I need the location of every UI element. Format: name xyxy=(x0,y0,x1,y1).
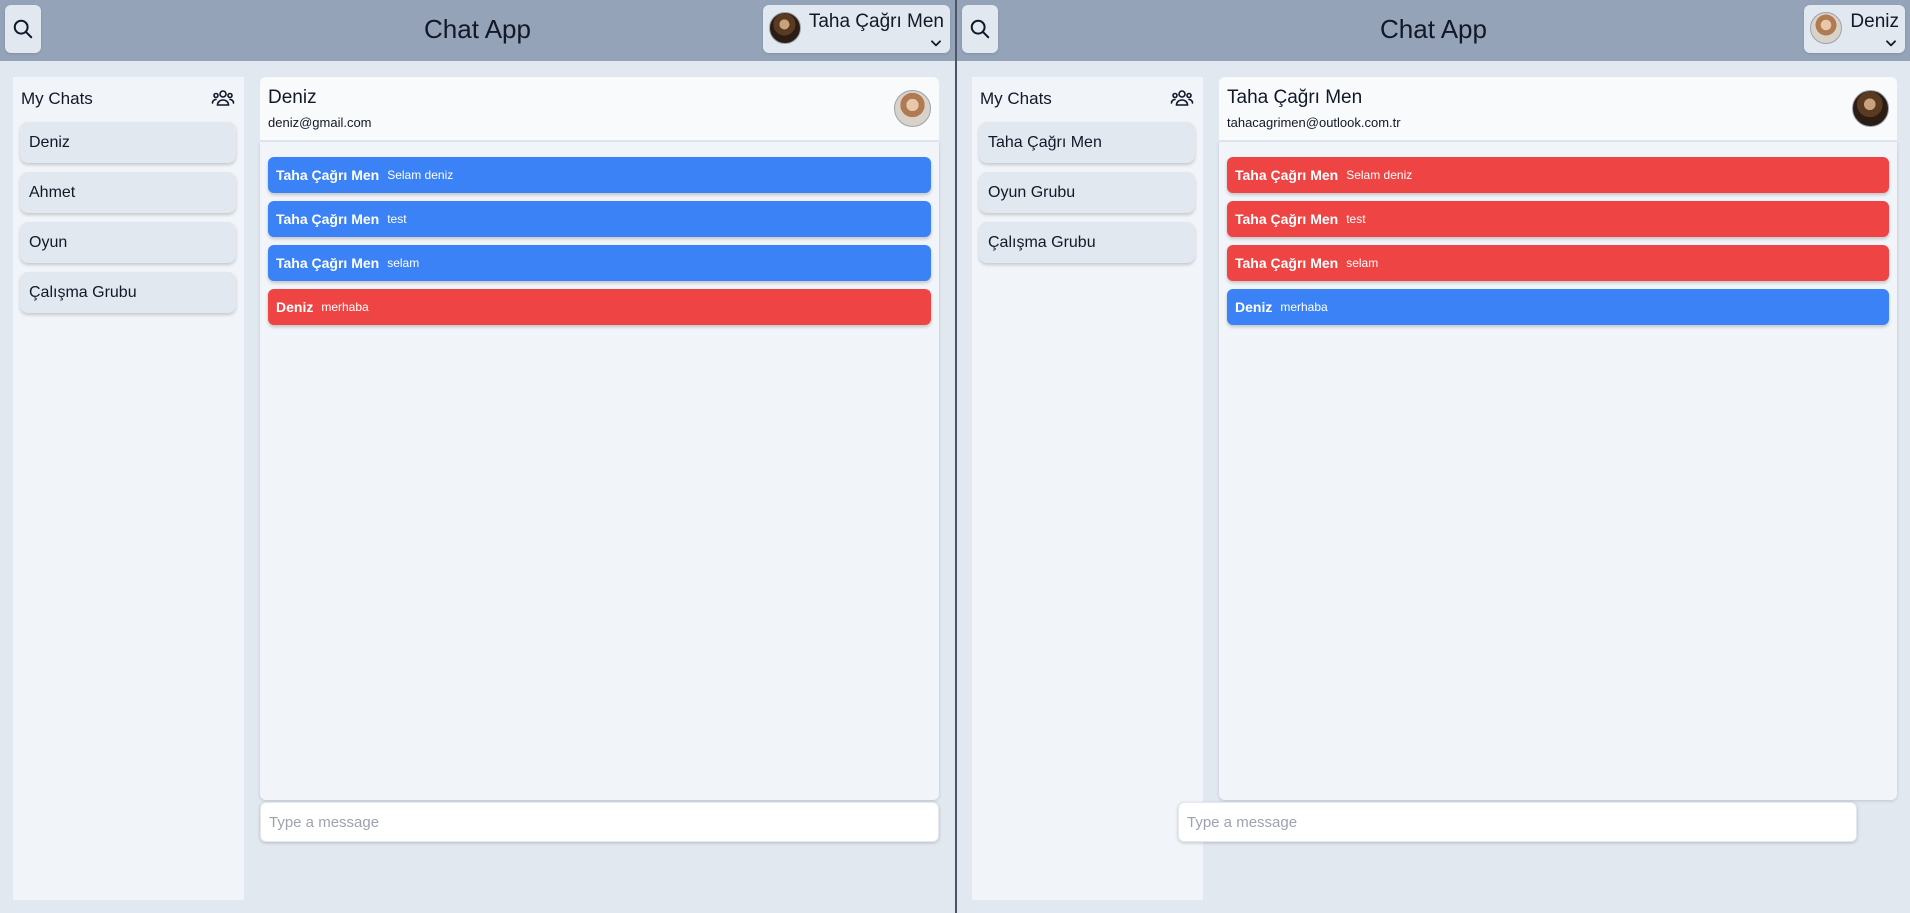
chat-list-item[interactable]: Oyun xyxy=(20,222,236,263)
current-user-name: Deniz xyxy=(1850,11,1899,32)
chat-list: Deniz Ahmet Oyun Çalışma Grubu xyxy=(20,122,236,322)
chat-list-item[interactable]: Deniz xyxy=(20,122,236,163)
message-bubble: Taha Çağrı Men Selam deniz xyxy=(268,157,931,193)
avatar xyxy=(768,12,801,44)
message-sender: Deniz xyxy=(1235,299,1273,315)
search-icon xyxy=(13,19,33,39)
current-user-name: Taha Çağrı Men xyxy=(808,11,944,32)
message-list: Taha Çağrı Men Selam deniz Taha Çağrı Me… xyxy=(260,142,939,800)
sidebar: My Chats Deniz Ahmet Oyun Çalışma Grubu xyxy=(13,77,244,900)
message-sender: Deniz xyxy=(276,299,314,315)
chat-list: Taha Çağrı Men Oyun Grubu Çalışma Grubu xyxy=(979,122,1195,272)
new-group-button[interactable] xyxy=(211,86,235,110)
message-text: merhaba xyxy=(1280,300,1328,314)
message-sender: Taha Çağrı Men xyxy=(276,167,380,183)
chat-list-item[interactable]: Çalışma Grubu xyxy=(979,222,1195,263)
contact-avatar[interactable] xyxy=(894,90,931,127)
message-sender: Taha Çağrı Men xyxy=(1235,211,1339,227)
user-group-icon xyxy=(211,90,235,106)
message-bubble: Deniz merhaba xyxy=(268,289,931,325)
message-sender: Taha Çağrı Men xyxy=(276,255,380,271)
contact-name: Deniz xyxy=(268,87,317,108)
user-group-icon xyxy=(1170,90,1194,106)
app-title: Chat App xyxy=(1380,14,1487,44)
message-bubble: Taha Çağrı Men selam xyxy=(1227,245,1889,281)
search-button[interactable] xyxy=(5,5,41,53)
message-sender: Taha Çağrı Men xyxy=(1235,255,1339,271)
message-text: selam xyxy=(387,256,420,270)
message-input[interactable] xyxy=(1178,802,1857,842)
chat-list-item[interactable]: Oyun Grubu xyxy=(979,172,1195,213)
message-text: Selam deniz xyxy=(1346,168,1413,182)
message-bubble: Taha Çağrı Men test xyxy=(268,201,931,237)
chat-header: Deniz deniz@gmail.com xyxy=(260,77,939,140)
message-bubble: Taha Çağrı Men Selam deniz xyxy=(1227,157,1889,193)
search-button[interactable] xyxy=(962,5,998,53)
message-text: test xyxy=(387,212,407,226)
chevron-down-icon xyxy=(931,40,941,47)
app-header: Chat App Taha Çağrı Men xyxy=(0,0,955,61)
chat-header: Taha Çağrı Men tahacagrimen@outlook.com.… xyxy=(1219,77,1897,140)
avatar xyxy=(1810,12,1843,44)
contact-avatar[interactable] xyxy=(1852,90,1889,127)
user-menu[interactable]: Deniz xyxy=(1804,5,1905,53)
message-input[interactable] xyxy=(260,802,939,842)
sidebar-title: My Chats xyxy=(980,89,1052,108)
contact-name: Taha Çağrı Men xyxy=(1227,87,1363,108)
sidebar-title: My Chats xyxy=(21,89,93,108)
message-bubble: Taha Çağrı Men test xyxy=(1227,201,1889,237)
message-sender: Taha Çağrı Men xyxy=(1235,167,1339,183)
chat-list-item[interactable]: Çalışma Grubu xyxy=(20,272,236,313)
chat-list-item[interactable]: Ahmet xyxy=(20,172,236,213)
search-icon xyxy=(970,19,990,39)
message-bubble: Deniz merhaba xyxy=(1227,289,1889,325)
sidebar: My Chats Taha Çağrı Men Oyun Grubu Çalış… xyxy=(972,77,1203,900)
contact-email: deniz@gmail.com xyxy=(268,115,372,130)
message-sender: Taha Çağrı Men xyxy=(276,211,380,227)
message-text: test xyxy=(1346,212,1366,226)
chat-list-item[interactable]: Taha Çağrı Men xyxy=(979,122,1195,163)
chat-window-left: Chat App Taha Çağrı Men My Chats Deniz A… xyxy=(0,0,955,913)
message-text: selam xyxy=(1346,256,1379,270)
user-menu[interactable]: Taha Çağrı Men xyxy=(762,5,950,53)
message-bubble: Taha Çağrı Men selam xyxy=(268,245,931,281)
new-group-button[interactable] xyxy=(1170,86,1194,110)
chevron-down-icon xyxy=(1886,40,1896,47)
message-text: Selam deniz xyxy=(387,168,454,182)
message-text: merhaba xyxy=(321,300,369,314)
app-header: Chat App Deniz xyxy=(957,0,1910,61)
contact-email: tahacagrimen@outlook.com.tr xyxy=(1227,115,1401,130)
message-list: Taha Çağrı Men Selam deniz Taha Çağrı Me… xyxy=(1219,142,1897,800)
chat-window-right: Chat App Deniz My Chats Taha Çağrı Men O… xyxy=(957,0,1910,913)
